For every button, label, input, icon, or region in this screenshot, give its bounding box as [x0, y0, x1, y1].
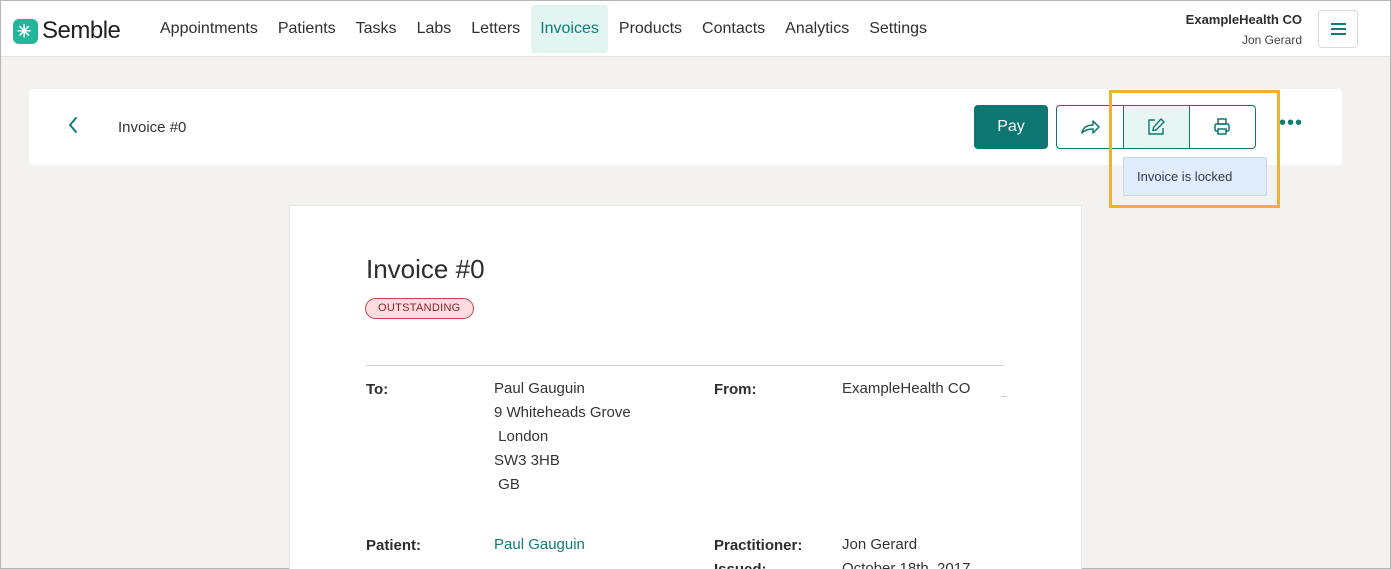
back-button[interactable] — [67, 115, 79, 140]
to-address: Paul Gauguin 9 Whiteheads Grove London S… — [494, 377, 631, 497]
practitioner-label: Practitioner: — [714, 537, 803, 554]
main-nav: Appointments Patients Tasks Labs Letters… — [151, 5, 938, 53]
divider — [366, 365, 1004, 366]
to-street: 9 Whiteheads Grove — [494, 404, 631, 421]
pay-button[interactable]: Pay — [974, 105, 1048, 149]
to-name: Paul Gauguin — [494, 380, 585, 397]
nav-item-letters[interactable]: Letters — [462, 5, 529, 53]
semble-logo[interactable]: ✳ Semble — [13, 17, 121, 45]
nav-item-patients[interactable]: Patients — [269, 5, 345, 53]
to-postcode: SW3 3HB — [494, 452, 560, 469]
patient-label: Patient: — [366, 537, 422, 554]
hamburger-menu-button[interactable] — [1318, 10, 1358, 48]
header-title: Invoice #0 — [118, 119, 187, 136]
brand-name: Semble — [42, 17, 121, 44]
semble-asterisk-icon: ✳ — [13, 18, 38, 44]
status-badge: OUTSTANDING — [365, 298, 474, 319]
chevron-left-icon — [69, 117, 77, 133]
nav-item-labs[interactable]: Labs — [408, 5, 461, 53]
practitioner-value: Jon Gerard — [842, 536, 918, 553]
nav-item-analytics[interactable]: Analytics — [776, 5, 858, 53]
nav-item-products[interactable]: Products — [610, 5, 691, 53]
user-name: Jon Gerard — [1241, 33, 1302, 47]
share-icon — [1081, 120, 1100, 134]
more-options-button[interactable]: ••• — [1279, 113, 1303, 133]
divider-mark — [1001, 396, 1007, 397]
nav-item-tasks[interactable]: Tasks — [347, 5, 406, 53]
nav-item-invoices[interactable]: Invoices — [531, 5, 608, 53]
invoice-title: Invoice #0 — [366, 254, 485, 284]
account-info[interactable]: ExampleHealth CO Jon Gerard — [1186, 12, 1302, 47]
organization-name: ExampleHealth CO — [1185, 12, 1302, 27]
issued-value: October 18th, 2017 — [842, 560, 971, 569]
patient-link[interactable]: Paul Gauguin — [494, 533, 585, 557]
to-city: London — [494, 428, 549, 445]
from-label: From: — [714, 381, 757, 398]
top-navigation-bar: ✳ Semble Appointments Patients Tasks Lab… — [1, 1, 1390, 57]
invoice-document: Invoice #0 OUTSTANDING To: Paul Gauguin … — [289, 205, 1082, 569]
to-country: GB — [494, 476, 520, 493]
more-horizontal-icon: ••• — [1279, 112, 1304, 134]
nav-item-appointments[interactable]: Appointments — [151, 5, 267, 53]
issued-label: Issued: — [714, 561, 767, 569]
from-value: ExampleHealth CO — [842, 380, 971, 397]
to-label: To: — [366, 381, 389, 398]
highlight-annotation — [1109, 90, 1280, 208]
nav-item-contacts[interactable]: Contacts — [693, 5, 774, 53]
nav-item-settings[interactable]: Settings — [860, 5, 936, 53]
